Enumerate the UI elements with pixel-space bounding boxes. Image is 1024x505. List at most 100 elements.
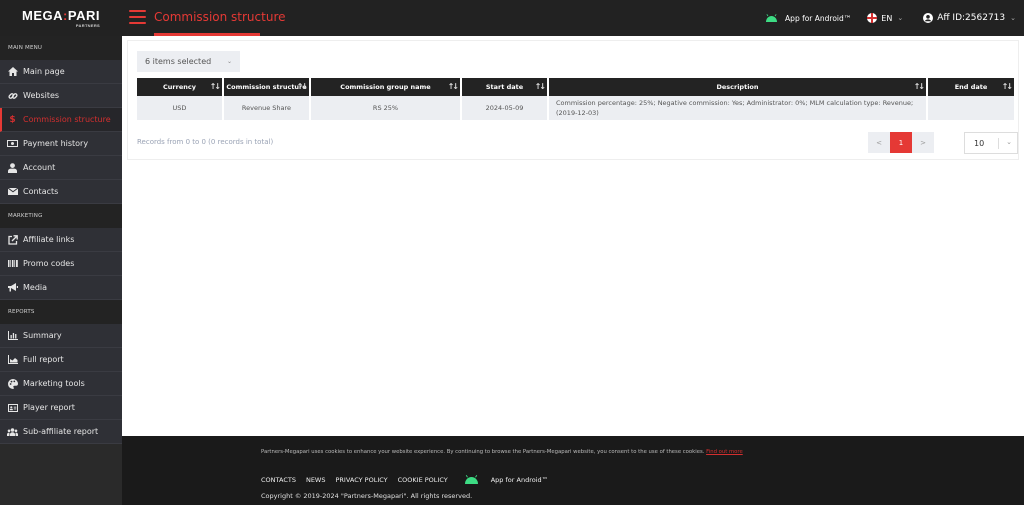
sidebar-item-main-page[interactable]: Main page (0, 60, 122, 84)
bar-chart-icon (7, 330, 18, 341)
sidebar-item-label: Contacts (23, 187, 59, 196)
sidebar-item-label: Media (23, 283, 48, 292)
column-header-start-date[interactable]: Start date ↑↓ (461, 78, 549, 96)
cookie-notice-text: Partners-Megapari uses cookies to enhanc… (261, 449, 705, 455)
logo-text-right: PARI (67, 7, 100, 23)
money-bill-icon (7, 138, 18, 149)
cell-description: Commission percentage: 25%; Negative com… (548, 96, 928, 120)
column-filter-value: 6 items selected (145, 57, 212, 66)
affiliate-id: Aff ID:2562713 (937, 13, 1006, 23)
sidebar-item-websites[interactable]: Websites (0, 84, 122, 108)
column-header-end-date[interactable]: End date ↑↓ (927, 78, 1014, 96)
link-icon (7, 90, 18, 101)
sort-icon: ↑↓ (296, 82, 308, 91)
sidebar: MAIN MENU Main page Websites $ Commissio… (0, 36, 122, 505)
copyright: Copyright © 2019-2024 "Partners-Megapari… (261, 492, 473, 500)
sidebar-item-media[interactable]: Media (0, 276, 122, 300)
sidebar-item-label: Account (23, 163, 56, 172)
user-icon (7, 162, 18, 173)
page-size-select[interactable]: 10 ⌄ (964, 132, 1018, 154)
footer-link-news[interactable]: NEWS (306, 476, 326, 484)
home-icon (7, 66, 18, 77)
footer-link-cookie-policy[interactable]: COOKIE POLICY (398, 476, 448, 484)
android-app-link[interactable]: App for Android™ (765, 14, 851, 23)
footer-android-app-link[interactable]: App for Android™ (464, 475, 548, 484)
select-divider (998, 138, 999, 149)
android-icon (766, 14, 778, 22)
sidebar-item-promo-codes[interactable]: Promo codes (0, 252, 122, 276)
find-out-more-link[interactable]: Find out more (706, 449, 743, 455)
sidebar-item-marketing-tools[interactable]: Marketing tools (0, 372, 122, 396)
sidebar-section-reports: REPORTS (0, 300, 122, 324)
page-title: Commission structure (154, 10, 286, 24)
sidebar-item-label: Marketing tools (23, 379, 85, 388)
column-header-description[interactable]: Description ↑↓ (548, 78, 928, 96)
language-label: EN (881, 13, 893, 23)
sidebar-item-player-report[interactable]: Player report (0, 396, 122, 420)
pagination: < 1 > (868, 132, 934, 153)
prev-page-button[interactable]: < (868, 132, 890, 153)
records-summary: Records from 0 to 0 (0 records in total) (137, 138, 274, 146)
chevron-down-icon: ⌄ (1010, 14, 1016, 22)
footer-link-privacy-policy[interactable]: PRIVACY POLICY (335, 476, 387, 484)
commission-card: 6 items selected ⌄ Currency ↑↓ Commission… (127, 40, 1019, 160)
sidebar-item-label: Sub-affiliate report (23, 427, 99, 436)
sidebar-item-label: Payment history (23, 139, 89, 148)
android-app-label: App for Android™ (785, 13, 852, 23)
cell-commission-structure: Revenue Share (223, 96, 311, 120)
dollar-icon: $ (9, 114, 16, 125)
sort-icon: ↑↓ (447, 82, 459, 91)
sidebar-item-label: Main page (23, 67, 65, 76)
sidebar-item-contacts[interactable]: Contacts (0, 180, 122, 204)
menu-toggle-icon[interactable] (129, 10, 146, 24)
sidebar-item-label: Commission structure (23, 115, 111, 124)
top-bar: MEGA:PARI PARTNERS Commission structure … (0, 0, 1024, 36)
commission-table: Currency ↑↓ Commission structure ↑↓ Commis… (137, 78, 1014, 120)
logo-text-left: MEGA (22, 7, 64, 23)
cell-start-date: 2024-05-09 (461, 96, 549, 120)
sidebar-item-label: Player report (23, 403, 75, 412)
language-selector[interactable]: EN ⌄ (867, 13, 903, 23)
sidebar-item-commission-structure[interactable]: $ Commission structure (0, 108, 122, 132)
cell-end-date (927, 96, 1014, 120)
sidebar-item-affiliate-links[interactable]: Affiliate links (0, 228, 122, 252)
sidebar-item-payment-history[interactable]: Payment history (0, 132, 122, 156)
logo-subtitle: PARTNERS (75, 22, 100, 28)
column-header-commission-group-name[interactable]: Commission group name ↑↓ (310, 78, 462, 96)
users-icon (7, 426, 18, 437)
sidebar-item-account[interactable]: Account (0, 156, 122, 180)
table-row: USD Revenue Share RS 25% 2024-05-09 Comm… (137, 96, 1014, 120)
page-button-current[interactable]: 1 (890, 132, 912, 153)
user-circle-icon (923, 13, 934, 23)
footer-link-contacts[interactable]: CONTACTS (261, 476, 296, 484)
sort-icon: ↑↓ (913, 82, 925, 91)
sidebar-item-summary[interactable]: Summary (0, 324, 122, 348)
sort-icon: ↑↓ (209, 82, 221, 91)
sort-icon: ↑↓ (534, 82, 546, 91)
chevron-down-icon: ⌄ (1006, 138, 1012, 146)
android-icon (464, 475, 478, 484)
footer: Partners-Megapari uses cookies to enhanc… (122, 436, 1024, 505)
column-header-commission-structure[interactable]: Commission structure ↑↓ (223, 78, 311, 96)
sidebar-item-label: Promo codes (23, 259, 75, 268)
next-page-button[interactable]: > (912, 132, 934, 153)
sidebar-item-full-report[interactable]: Full report (0, 348, 122, 372)
column-header-currency[interactable]: Currency ↑↓ (137, 78, 224, 96)
chevron-down-icon: ⌄ (226, 58, 232, 65)
sidebar-section-main-menu: MAIN MENU (0, 36, 122, 60)
cookie-notice: Partners-Megapari uses cookies to enhanc… (261, 449, 743, 455)
sidebar-section-marketing: MARKETING (0, 204, 122, 228)
main-content: 6 items selected ⌄ Currency ↑↓ Commission… (122, 36, 1024, 436)
sidebar-item-label: Affiliate links (23, 235, 75, 244)
table-header-row: Currency ↑↓ Commission structure ↑↓ Commis… (137, 78, 1014, 96)
id-card-icon (7, 402, 18, 413)
sort-icon: ↑↓ (1001, 82, 1013, 91)
area-chart-icon (7, 354, 18, 365)
column-filter-dropdown[interactable]: 6 items selected ⌄ (137, 51, 240, 72)
sidebar-item-label: Full report (23, 355, 64, 364)
megaphone-icon (7, 282, 18, 293)
account-menu[interactable]: Aff ID:2562713 ⌄ (923, 13, 1016, 23)
envelope-icon (7, 186, 18, 197)
logo[interactable]: MEGA:PARI PARTNERS (0, 0, 122, 36)
sidebar-item-sub-affiliate-report[interactable]: Sub-affiliate report (0, 420, 122, 444)
